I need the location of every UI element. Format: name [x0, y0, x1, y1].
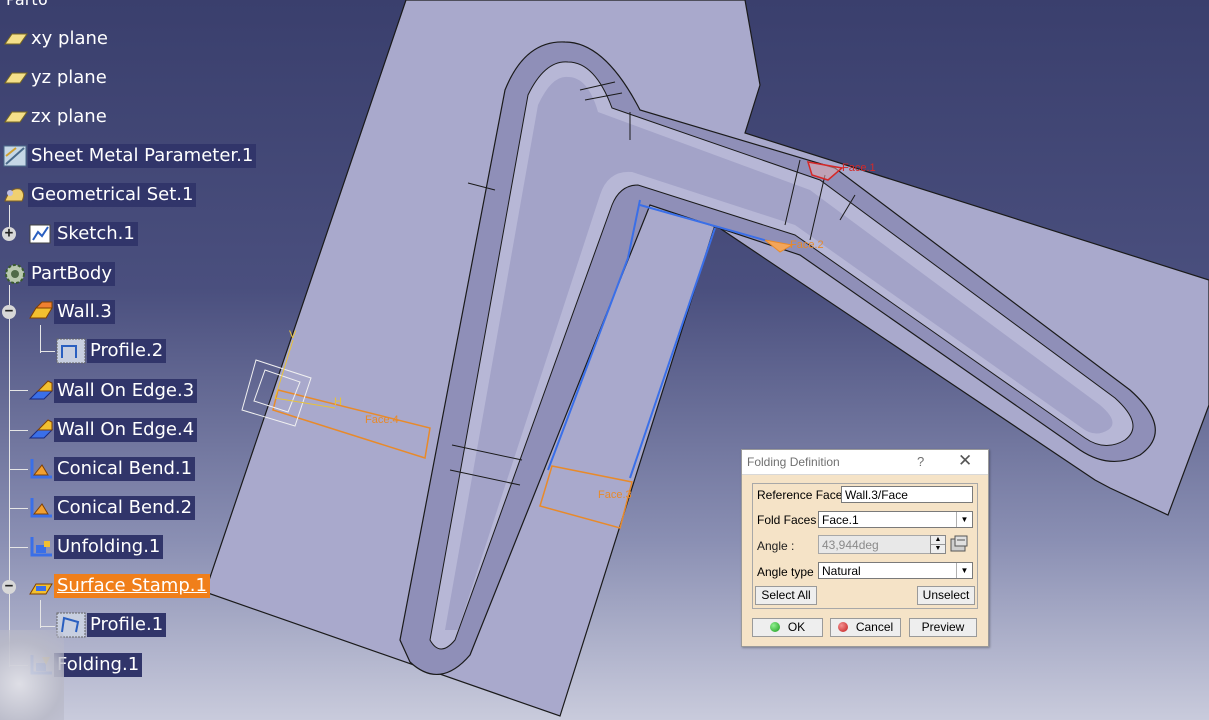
surface-stamp-icon	[28, 574, 54, 598]
close-icon[interactable]: ✕	[958, 451, 972, 471]
angle-type-combo[interactable]: Natural ▼	[818, 562, 973, 579]
tree-item-yz-plane[interactable]: yz plane	[2, 65, 110, 91]
spin-up-icon[interactable]: ▲	[931, 536, 945, 544]
tree-item-zx-plane[interactable]: zx plane	[2, 104, 110, 130]
tree-item-label: Conical Bend.1	[54, 457, 196, 481]
wall-on-edge-icon	[28, 418, 54, 442]
tree-item-label: Profile.1	[87, 613, 167, 637]
face-label-4: Face.4	[365, 414, 399, 426]
tree-item-label: Geometrical Set.1	[28, 183, 197, 207]
angle-type-label: Angle type :	[757, 565, 821, 579]
select-all-button[interactable]: Select All	[755, 586, 817, 605]
tree-root-partial[interactable]: Part6	[6, 0, 48, 9]
geometrical-set-icon	[2, 183, 28, 207]
unfolding-icon	[28, 535, 54, 559]
cancel-button[interactable]: Cancel	[830, 618, 901, 637]
ok-button-label: OK	[787, 620, 806, 634]
tree-item-label: Conical Bend.2	[54, 496, 196, 520]
axis-label-h: H	[334, 396, 342, 408]
face-label-3: Face.3	[598, 489, 632, 501]
wall-on-edge-icon	[28, 379, 54, 403]
ok-icon	[769, 622, 780, 632]
fold-faces-value: Face.1	[822, 513, 859, 527]
tree-item-wall-on-edge-3[interactable]: Wall On Edge.3	[28, 378, 198, 404]
tree-item-surface-stamp[interactable]: Surface Stamp.1	[28, 573, 210, 599]
tree-item-profile-2[interactable]: Profile.2	[55, 338, 167, 364]
tree-item-partbody[interactable]: PartBody	[2, 261, 115, 287]
dialog-options-frame: Reference Face : Wall.3/Face Fold Faces …	[752, 483, 978, 609]
gear-icon	[2, 262, 28, 286]
plane-icon	[2, 105, 28, 129]
tree-item-sheet-metal-parameter[interactable]: Sheet Metal Parameter.1	[2, 143, 257, 169]
reference-face-label: Reference Face :	[757, 488, 850, 502]
help-icon[interactable]: ?	[917, 454, 924, 469]
face-label-2: Face.2	[790, 239, 824, 251]
fold-faces-label: Fold Faces :	[757, 513, 824, 527]
tree-item-label: Unfolding.1	[54, 535, 164, 559]
fold-faces-combo[interactable]: Face.1 ▼	[818, 511, 973, 528]
tree-item-label: Sheet Metal Parameter.1	[28, 144, 257, 168]
folding-definition-dialog: Folding Definition ? ✕ Reference Face : …	[741, 449, 989, 647]
specification-tree[interactable]: Part6 xy plane yz plane zx plane Sheet M…	[0, 0, 260, 720]
compass-widget[interactable]	[0, 630, 64, 720]
collapse-icon[interactable]: −	[2, 304, 16, 319]
plane-icon	[2, 66, 28, 90]
angle-spinner[interactable]: ▲ ▼	[930, 535, 946, 554]
expand-icon[interactable]: +	[2, 226, 16, 241]
tree-item-profile-1[interactable]: Profile.1	[55, 612, 167, 638]
sheet-metal-parameter-icon	[2, 144, 28, 168]
conical-bend-icon	[28, 496, 54, 520]
tree-item-wall-on-edge-4[interactable]: Wall On Edge.4	[28, 417, 198, 443]
tree-item-xy-plane[interactable]: xy plane	[2, 26, 111, 52]
tree-item-conical-bend-1[interactable]: Conical Bend.1	[28, 456, 196, 482]
tree-item-label: Profile.2	[87, 339, 167, 363]
spin-down-icon[interactable]: ▼	[931, 544, 945, 553]
tree-item-wall-3[interactable]: Wall.3	[28, 299, 115, 325]
chevron-down-icon[interactable]: ▼	[956, 512, 972, 527]
axis-label-v: V	[289, 329, 297, 341]
tree-item-sketch[interactable]: Sketch.1	[28, 221, 138, 247]
angle-label: Angle :	[757, 539, 795, 553]
sketch-icon	[28, 222, 54, 246]
tree-item-unfolding[interactable]: Unfolding.1	[28, 534, 164, 560]
tree-item-label: yz plane	[31, 67, 107, 88]
chevron-down-icon[interactable]: ▼	[956, 563, 972, 578]
angle-field[interactable]: 43,944deg	[818, 535, 933, 554]
tree-item-label: Wall.3	[54, 300, 115, 324]
preview-button[interactable]: Preview	[909, 618, 977, 637]
ok-button[interactable]: OK	[752, 618, 823, 637]
tree-item-label: zx plane	[31, 106, 107, 127]
collapse-icon[interactable]: −	[2, 579, 16, 594]
face-label-1: Face.1	[842, 162, 876, 174]
plane-icon	[2, 27, 28, 51]
wall-icon	[28, 300, 54, 324]
tree-item-label: Sketch.1	[54, 222, 138, 246]
conical-bend-icon	[28, 457, 54, 481]
dialog-title: Folding Definition	[747, 455, 840, 469]
cancel-icon	[837, 622, 848, 632]
tree-item-geometrical-set[interactable]: Geometrical Set.1	[2, 182, 197, 208]
tree-item-label: PartBody	[28, 262, 115, 286]
tree-item-conical-bend-2[interactable]: Conical Bend.2	[28, 495, 196, 521]
dialog-title-bar[interactable]: Folding Definition ? ✕	[742, 450, 988, 475]
unselect-button[interactable]: Unselect	[917, 586, 975, 605]
tree-item-label: Wall On Edge.3	[54, 379, 198, 403]
reference-face-field[interactable]: Wall.3/Face	[841, 486, 973, 503]
measure-tool-icon[interactable]	[949, 534, 969, 554]
tree-item-label: Surface Stamp.1	[54, 574, 210, 598]
angle-type-value: Natural	[822, 564, 861, 578]
tree-item-label: xy plane	[31, 28, 108, 49]
profile-icon	[55, 338, 87, 364]
cancel-button-label: Cancel	[855, 620, 894, 634]
tree-item-label: Wall On Edge.4	[54, 418, 198, 442]
tree-item-label: Folding.1	[54, 653, 143, 677]
